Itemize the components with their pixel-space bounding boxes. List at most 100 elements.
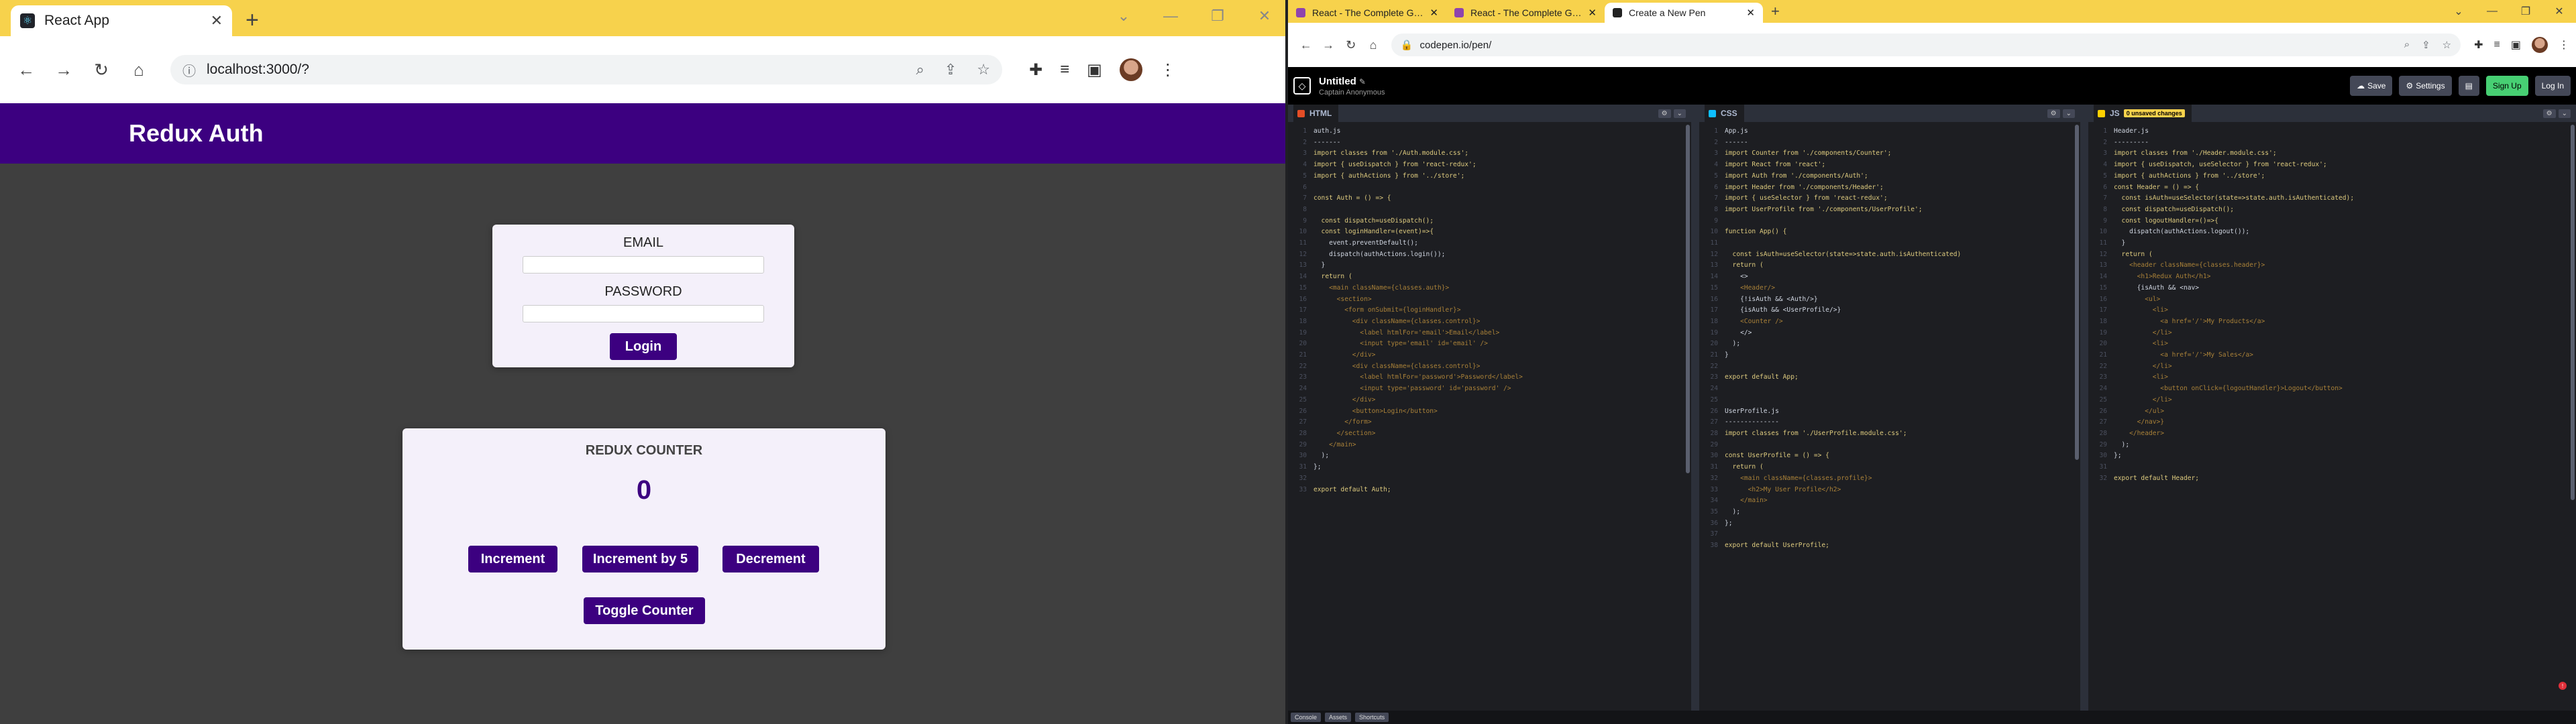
console-button[interactable]: Console bbox=[1291, 713, 1322, 722]
close-tab-icon[interactable]: ✕ bbox=[211, 12, 223, 29]
back-button[interactable]: ← bbox=[9, 53, 43, 86]
close-window-button[interactable]: ✕ bbox=[2542, 5, 2576, 18]
notification-badge[interactable]: ! bbox=[2559, 682, 2567, 690]
pane-collapse-button[interactable]: ⌄ bbox=[1673, 109, 1686, 118]
address-bar[interactable]: 🔒 codepen.io/pen/ ⌕ ⇪ ☆ bbox=[1391, 34, 2461, 56]
settings-button[interactable]: ⚙ Settings bbox=[2399, 76, 2452, 96]
bookmark-star-icon[interactable]: ☆ bbox=[2443, 39, 2451, 51]
login-button[interactable]: Login bbox=[610, 333, 677, 360]
code-line: 5 import Auth from './components/Auth'; bbox=[1702, 171, 2080, 182]
chevron-down-icon[interactable]: ⌄ bbox=[2442, 5, 2475, 18]
pane-settings-button[interactable]: ⚙ bbox=[2047, 109, 2060, 118]
minimize-button[interactable]: — bbox=[2475, 5, 2509, 17]
close-tab-icon[interactable]: ✕ bbox=[1741, 7, 1755, 19]
lock-icon[interactable]: 🔒 bbox=[1401, 39, 1413, 51]
extensions-icon[interactable]: ✚ bbox=[1029, 60, 1042, 80]
close-tab-icon[interactable]: ✕ bbox=[1582, 7, 1597, 19]
url-text: codepen.io/pen/ bbox=[1419, 39, 1492, 51]
tab-react-guide-2[interactable]: React - The Complete Guide (incl ✕ bbox=[1446, 3, 1605, 23]
new-tab-button[interactable]: + bbox=[1771, 3, 1780, 20]
share-icon[interactable]: ⇪ bbox=[2422, 39, 2430, 51]
line-number: 4 bbox=[1303, 161, 1307, 169]
save-button[interactable]: ☁ Save bbox=[2350, 76, 2393, 96]
code-text: import { useSelector } from 'react-redux… bbox=[1725, 194, 1888, 202]
tab-react-guide-1[interactable]: React - The Complete Guide (incl ✕ bbox=[1288, 3, 1446, 23]
codepen-logo-icon[interactable]: ◇ bbox=[1293, 77, 1311, 95]
tab-css[interactable]: CSS bbox=[1705, 105, 1744, 122]
tab-js[interactable]: JS 0 unsaved changes bbox=[2094, 105, 2192, 122]
css-scrollbar[interactable] bbox=[2075, 125, 2079, 460]
address-bar[interactable]: ⓘ localhost:3000/? ⌕ ⇪ ☆ bbox=[170, 55, 1002, 84]
code-line: 12 dispatch(authActions.login()); bbox=[1291, 249, 1691, 261]
pane-settings-button[interactable]: ⚙ bbox=[2542, 109, 2556, 118]
line-number: 14 bbox=[2099, 273, 2107, 281]
side-panel-icon[interactable]: ▣ bbox=[1087, 60, 1102, 80]
pen-title-wrap[interactable]: Untitled ✎ bbox=[1319, 76, 1385, 87]
side-panel-icon[interactable]: ▣ bbox=[2511, 38, 2521, 52]
assets-button[interactable]: Assets bbox=[1325, 713, 1352, 722]
minimize-button[interactable]: — bbox=[1147, 7, 1194, 25]
code-text: const isAuth=useSelector(state=>state.au… bbox=[1725, 250, 1962, 258]
js-scrollbar[interactable] bbox=[2571, 125, 2575, 500]
code-text: <li> bbox=[2114, 373, 2168, 381]
code-text: </section> bbox=[1313, 429, 1376, 437]
tab-strip: React - The Complete Guide (incl ✕ React… bbox=[1288, 0, 2576, 23]
pane-collapse-button[interactable]: ⌄ bbox=[2558, 109, 2571, 118]
media-icon[interactable]: ≡ bbox=[2494, 39, 2500, 51]
line-number: 3 bbox=[1303, 149, 1307, 158]
change-view-button[interactable]: ▤ bbox=[2458, 76, 2479, 96]
share-icon[interactable]: ⇪ bbox=[945, 61, 957, 78]
forward-button[interactable]: → bbox=[47, 53, 80, 86]
password-field[interactable] bbox=[523, 305, 764, 322]
forward-button[interactable]: → bbox=[1317, 34, 1339, 56]
js-code[interactable]: 1 Header.js 2 --------- 3 import classes from… bbox=[2088, 122, 2576, 485]
maximize-button[interactable]: ❐ bbox=[2509, 5, 2542, 18]
increment-button[interactable]: Increment bbox=[468, 546, 557, 572]
zoom-icon[interactable]: ⌕ bbox=[2404, 39, 2410, 51]
css-code[interactable]: 1 App.js 2 ------ 3 import Counter from './co… bbox=[1699, 122, 2080, 552]
code-line: 25 bbox=[1702, 395, 2080, 406]
reload-button[interactable]: ↻ bbox=[85, 53, 118, 86]
home-button[interactable]: ⌂ bbox=[1362, 34, 1384, 56]
html-code[interactable]: 1 auth.js 2 ------- 3 import classes from './… bbox=[1288, 122, 1691, 495]
maximize-button[interactable]: ❐ bbox=[1194, 7, 1241, 25]
extensions-icon[interactable]: ✚ bbox=[2474, 38, 2483, 52]
line-number: 10 bbox=[1710, 228, 1718, 236]
code-line: 6 import Header from './components/Header… bbox=[1702, 182, 2080, 194]
new-tab-button[interactable]: + bbox=[246, 7, 259, 34]
reload-button[interactable]: ↻ bbox=[1340, 34, 1362, 56]
chevron-down-icon[interactable]: ⌄ bbox=[1100, 7, 1147, 25]
decrement-button[interactable]: Decrement bbox=[722, 546, 819, 572]
profile-avatar[interactable] bbox=[2532, 37, 2548, 53]
sign-up-button[interactable]: Sign Up bbox=[2485, 76, 2528, 96]
tab-html[interactable]: HTML bbox=[1293, 105, 1339, 122]
line-number: 23 bbox=[1710, 373, 1718, 381]
site-info-icon[interactable]: ⓘ bbox=[182, 60, 196, 80]
email-field[interactable] bbox=[523, 256, 764, 274]
toggle-counter-button[interactable]: Toggle Counter bbox=[584, 597, 705, 624]
profile-avatar[interactable] bbox=[1119, 58, 1142, 81]
bookmark-star-icon[interactable]: ☆ bbox=[977, 61, 990, 78]
menu-kebab-icon[interactable]: ⋮ bbox=[2559, 38, 2569, 52]
pane-settings-button[interactable]: ⚙ bbox=[1658, 109, 1671, 118]
tab-react-app[interactable]: ⚛ React App ✕ bbox=[11, 5, 232, 36]
code-line: 29 </main> bbox=[1291, 440, 1691, 451]
media-icon[interactable]: ≡ bbox=[1060, 60, 1069, 79]
edit-pencil-icon[interactable]: ✎ bbox=[1359, 77, 1366, 86]
code-line: 20 <input type='email' id='email' /> bbox=[1291, 339, 1691, 350]
code-text: </li> bbox=[2114, 362, 2172, 370]
menu-kebab-icon[interactable]: ⋮ bbox=[1160, 60, 1176, 80]
tab-create-new-pen[interactable]: Create a New Pen ✕ bbox=[1605, 3, 1763, 23]
html-scrollbar[interactable] bbox=[1686, 125, 1690, 473]
close-tab-icon[interactable]: ✕ bbox=[1424, 7, 1438, 19]
zoom-icon[interactable]: ⌕ bbox=[916, 61, 924, 78]
close-window-button[interactable]: ✕ bbox=[1241, 7, 1288, 25]
increment-by-5-button[interactable]: Increment by 5 bbox=[582, 546, 698, 572]
pane-collapse-button[interactable]: ⌄ bbox=[2062, 109, 2075, 118]
shortcuts-button[interactable]: Shortcuts bbox=[1355, 713, 1389, 722]
log-in-button[interactable]: Log In bbox=[2534, 76, 2571, 96]
code-text: event.preventDefault(); bbox=[1313, 239, 1418, 247]
line-number: 19 bbox=[2099, 328, 2107, 337]
home-button[interactable]: ⌂ bbox=[122, 53, 156, 86]
back-button[interactable]: ← bbox=[1295, 34, 1317, 56]
